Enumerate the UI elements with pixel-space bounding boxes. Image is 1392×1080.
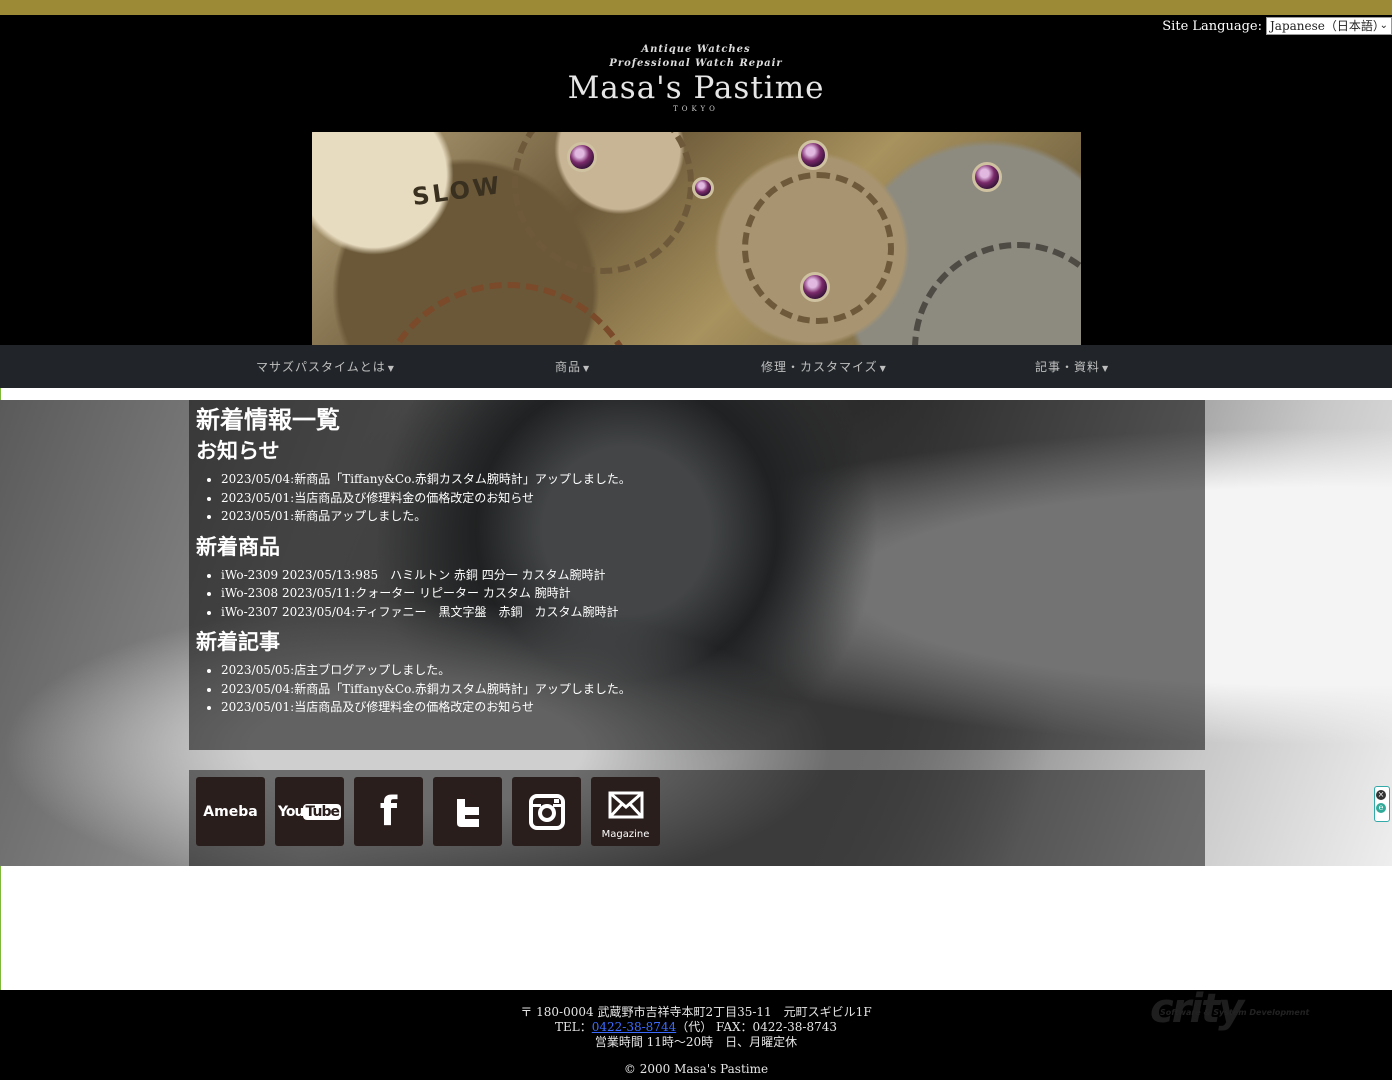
banner-slow-text: SLOW [410,170,505,212]
facebook-button[interactable]: f [354,777,423,846]
notices-list: 2023/05/04:新商品「Tiffany&Co.赤銅カスタム腕時計」アップし… [196,470,1196,526]
news-link[interactable]: 2023/05/04:新商品「Tiffany&Co.赤銅カスタム腕時計」アップし… [221,472,631,486]
list-item[interactable]: 2023/05/04:新商品「Tiffany&Co.赤銅カスタム腕時計」アップし… [221,680,1196,699]
nav-item-about[interactable]: マサズパスタイムとは ▼ [256,358,395,375]
news-link[interactable]: 2023/05/01:新商品アップしました。 [221,509,426,523]
nav-item-articles[interactable]: 記事・資料 ▼ [1035,358,1109,375]
caret-down-icon: ▼ [387,364,395,373]
caret-down-icon: ▼ [1102,364,1110,373]
tel-label: TEL： [555,1020,592,1034]
ameba-icon: Ameba [203,803,258,820]
jewel-shape [972,162,1002,192]
footer-contact: 〒 180-0004 武蔵野市吉祥寺本町2丁目35-11 元町スギビル1F TE… [0,1005,1392,1050]
list-item[interactable]: 2023/05/01:新商品アップしました。 [221,507,1196,526]
copyright: © 2000 Masa's Pastime [623,1062,769,1076]
list-item[interactable]: iWo-2307 2023/05/04:ティファニー 黒文字盤 赤銅 カスタム腕… [221,603,1196,622]
youtube-you-text: You [278,803,304,820]
phone-link[interactable]: 0422-38-8744 [592,1020,676,1034]
logo-tagline-2: Professional Watch Repair [609,58,783,69]
site-footer: crity Software & System Development 〒 18… [0,986,1392,1080]
instagram-button[interactable] [512,777,581,846]
language-select-value: Japanese（日本語） [1270,19,1385,33]
nav-item-label: 記事・資料 [1035,360,1101,374]
caret-down-icon: ▼ [583,364,591,373]
page-title: 新着情報一覧 [196,405,340,434]
facebook-icon: f [379,788,398,835]
logo-name: Masa's Pastime [567,70,825,106]
jewel-shape [800,272,830,302]
list-item[interactable]: 2023/05/04:新商品「Tiffany&Co.赤銅カスタム腕時計」アップし… [221,470,1196,489]
mail-icon [608,791,643,818]
twitter-button[interactable] [433,777,502,846]
youtube-icon: You Tube [278,803,341,820]
fax-text: （代） FAX：0422-38-8743 [676,1020,837,1034]
list-item[interactable]: 2023/05/01:当店商品及び修理料金の価格改定のお知らせ [221,489,1196,508]
youtube-tube-text: Tube [303,803,341,820]
chevron-down-icon: ⌄ [1379,20,1388,31]
logo-tagline-1: Antique Watches [641,44,751,55]
jewel-shape [798,140,828,170]
news-link[interactable]: iWo-2309 2023/05/13:985 ハミルトン 赤銅 四分一 カスタ… [221,568,606,582]
jewel-shape [692,177,714,199]
list-item[interactable]: iWo-2309 2023/05/13:985 ハミルトン 赤銅 四分一 カスタ… [221,566,1196,585]
footer-hours: 営業時間 11時〜20時 日、月曜定休 [594,1035,798,1049]
gear-shape [912,242,1081,345]
magazine-button[interactable]: Magazine [591,777,660,846]
twitter-icon [456,798,479,827]
list-item[interactable]: 2023/05/05:店主ブログアップしました。 [221,661,1196,680]
main-content-area: 新着情報一覧 お知らせ 2023/05/04:新商品「Tiffany&Co.赤銅… [0,400,1392,866]
magazine-label: Magazine [601,829,650,840]
top-accent-bar [0,0,1392,15]
nav-item-products[interactable]: 商品 ▼ [555,358,590,375]
list-item[interactable]: iWo-2308 2023/05/11:クォーター リピーター カスタム 腕時計 [221,584,1196,603]
new-articles-list: 2023/05/05:店主ブログアップしました。 2023/05/04:新商品「… [196,661,1196,717]
ameba-button[interactable]: Ameba [196,777,265,846]
news-link[interactable]: 2023/05/05:店主ブログアップしました。 [221,663,450,677]
language-select[interactable]: Japanese（日本語） ⌄ [1266,17,1392,35]
nav-item-repair[interactable]: 修理・カスタマイズ ▼ [761,358,887,375]
main-nav: マサズパスタイムとは ▼ 商品 ▼ 修理・カスタマイズ ▼ 記事・資料 ▼ [0,345,1392,388]
social-links: Ameba You Tube f Magazine [196,777,660,846]
gear-shape [372,282,644,345]
caret-down-icon: ▼ [879,364,887,373]
news-link[interactable]: iWo-2307 2023/05/04:ティファニー 黒文字盤 赤銅 カスタム腕… [221,605,618,619]
news-link[interactable]: 2023/05/01:当店商品及び修理料金の価格改定のお知らせ [221,700,534,714]
jewel-shape [567,142,597,172]
news-link[interactable]: iWo-2308 2023/05/11:クォーター リピーター カスタム 腕時計 [221,586,571,600]
footer-phone-line: TEL：0422-38-8744（代） FAX：0422-38-8743 [0,1020,1392,1035]
gear-shape [512,132,694,274]
youtube-button[interactable]: You Tube [275,777,344,846]
language-label: Site Language: [1162,18,1262,34]
language-switcher: Site Language: Japanese（日本語） ⌄ [1162,17,1392,35]
list-item[interactable]: 2023/05/01:当店商品及び修理料金の価格改定のお知らせ [221,698,1196,717]
header-banner-image: SLOW [312,132,1081,345]
section-title-new-articles: 新着記事 [196,629,280,654]
nav-item-label: 商品 [555,360,582,374]
section-title-new-products: 新着商品 [196,533,280,559]
site-logo[interactable]: Antique Watches Professional Watch Repai… [0,43,1392,113]
new-products-list: iWo-2309 2023/05/13:985 ハミルトン 赤銅 四分一 カスタ… [196,566,1196,622]
floating-widget[interactable]: × e [1374,786,1390,822]
nav-item-label: 修理・カスタマイズ [761,360,878,374]
close-icon[interactable]: × [1376,790,1386,800]
widget-icon[interactable]: e [1376,803,1386,813]
nav-item-label: マサズパスタイムとは [256,360,386,374]
logo-city: TOKYO [673,105,719,113]
instagram-icon [528,793,565,830]
news-link[interactable]: 2023/05/04:新商品「Tiffany&Co.赤銅カスタム腕時計」アップし… [221,682,631,696]
news-content: 新着情報一覧 お知らせ 2023/05/04:新商品「Tiffany&Co.赤銅… [196,404,1196,723]
footer-address: 〒 180-0004 武蔵野市吉祥寺本町2丁目35-11 元町スギビル1F [520,1005,872,1019]
news-link[interactable]: 2023/05/01:当店商品及び修理料金の価格改定のお知らせ [221,491,534,505]
site-header: Site Language: Japanese（日本語） ⌄ Antique W… [0,15,1392,345]
section-title-notices: お知らせ [196,438,280,463]
